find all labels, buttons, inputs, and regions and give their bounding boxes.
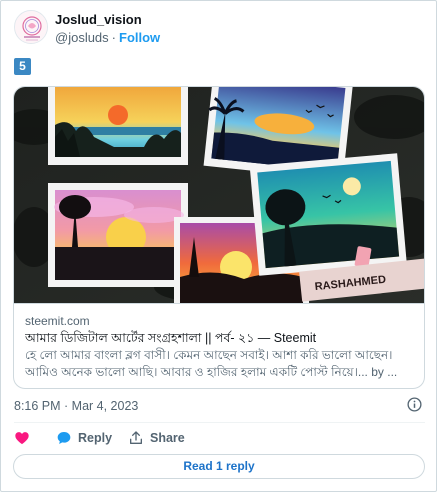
author-avatar[interactable] <box>14 10 48 44</box>
author-handle-row: @josluds · Follow <box>55 30 160 45</box>
share-button[interactable]: Share <box>128 429 185 447</box>
card-description: হে লো আমার বাংলা ব্লগ বাসী। কেমন আছেন সব… <box>25 348 398 379</box>
link-preview-card[interactable]: RASHAHMED steemit.com আমার ডিজিটাল আর্টে… <box>13 86 425 389</box>
reply-label: Reply <box>78 431 113 445</box>
share-upload-icon <box>130 431 142 444</box>
card-title[interactable]: আমার ডিজিটাল আর্টের সংগ্রহশালা || পর্ব- … <box>25 330 415 347</box>
reply-bubble-icon <box>57 432 71 444</box>
digital-art-collage: RASHAHMED <box>14 87 424 303</box>
tweet-card: Joslud_vision @josluds · Follow 5 RASHAH… <box>0 0 437 492</box>
art-frame-pink-sunset <box>48 183 188 287</box>
art-frame-teal-tree <box>249 153 407 276</box>
info-icon[interactable] <box>407 397 422 412</box>
share-label: Share <box>150 431 185 445</box>
heart-icon <box>15 432 29 445</box>
keycap-five-emoji: 5 <box>14 58 31 75</box>
author-handle[interactable]: @josluds <box>55 30 109 45</box>
card-domain: steemit.com <box>25 314 90 328</box>
follow-button[interactable]: Follow <box>119 30 160 45</box>
like-button[interactable] <box>14 429 30 447</box>
divider <box>14 422 425 423</box>
art-frame-lake-sunset <box>48 87 188 165</box>
separator-dot: · <box>111 30 117 45</box>
avatar-logo <box>15 11 47 43</box>
author-name[interactable]: Joslud_vision <box>55 12 142 27</box>
tweet-timestamp[interactable]: 8:16 PM · Mar 4, 2023 <box>14 399 138 413</box>
read-replies-button[interactable]: Read 1 reply <box>13 454 425 479</box>
card-text-block: steemit.com আমার ডিজিটাল আর্টের সংগ্রহশা… <box>14 303 424 388</box>
reply-button[interactable]: Reply <box>56 429 112 447</box>
card-image[interactable]: RASHAHMED <box>14 87 424 303</box>
